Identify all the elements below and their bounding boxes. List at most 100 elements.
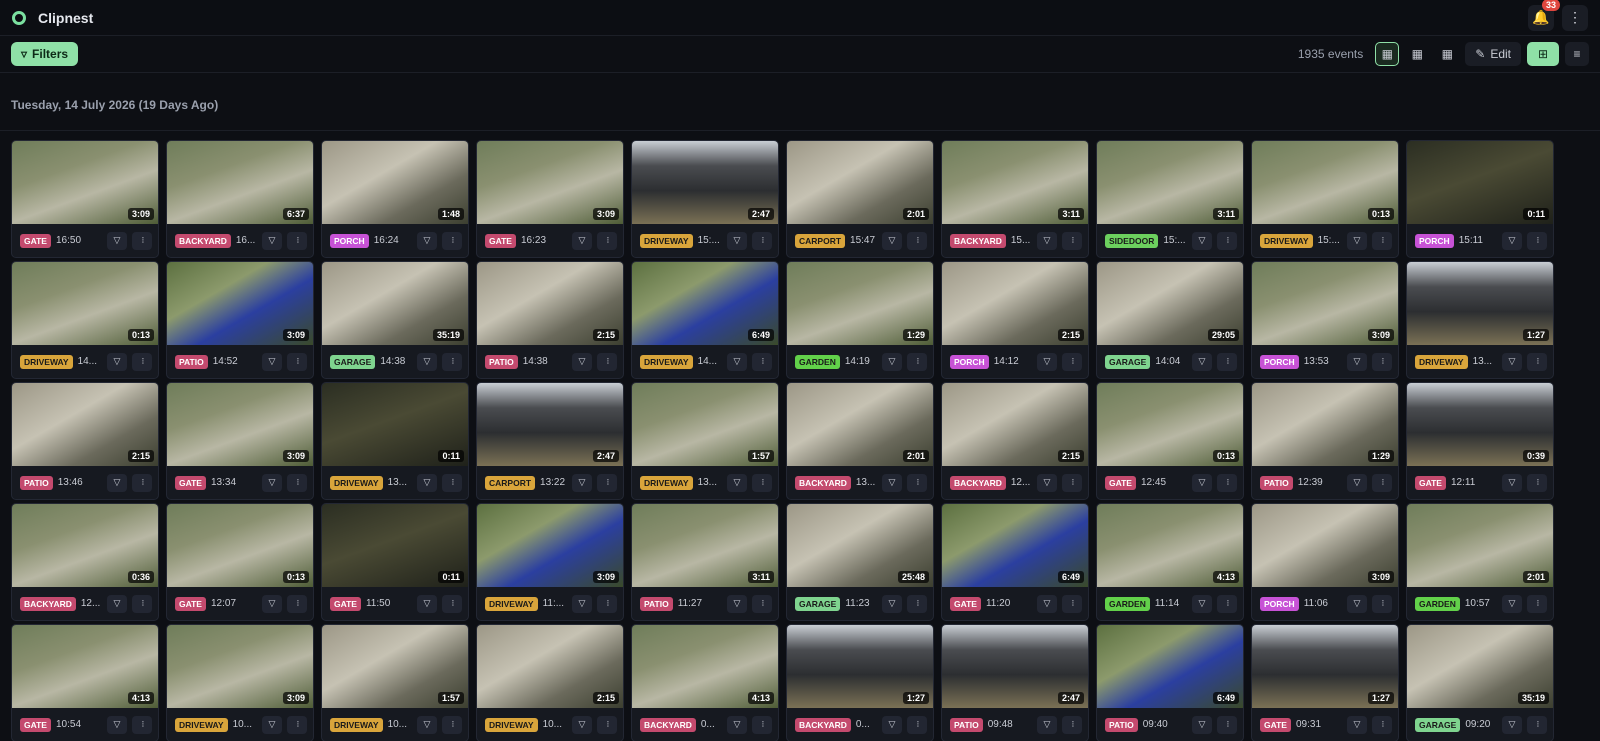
info-icon[interactable]: ⁝ [907,231,927,250]
event-thumbnail[interactable]: 4:13 [12,625,158,708]
event-thumbnail[interactable]: 35:19 [322,262,468,345]
info-icon[interactable]: ⁝ [1062,594,1082,613]
info-icon[interactable]: ⁝ [752,594,772,613]
download-icon[interactable]: ▽ [572,715,592,734]
event-card[interactable]: 0:13 DRIVEWAY 14... ▽ ⁝ [11,261,159,379]
download-icon[interactable]: ▽ [1192,231,1212,250]
download-icon[interactable]: ▽ [1502,473,1522,492]
camera-tag[interactable]: BACKYARD [20,596,76,611]
download-icon[interactable]: ▽ [727,231,747,250]
notifications-button[interactable]: 🔔 33 [1528,0,1560,31]
event-card[interactable]: 6:49 GATE 11:20 ▽ ⁝ [941,503,1089,621]
download-icon[interactable]: ▽ [727,715,747,734]
event-thumbnail[interactable]: 1:57 [322,625,468,708]
grid-medium-button[interactable]: ▦ [1405,42,1429,66]
event-card[interactable]: 2:47 CARPORT 13:22 ▽ ⁝ [476,382,624,500]
event-thumbnail[interactable]: 2:47 [632,141,778,224]
event-thumbnail[interactable]: 3:09 [1252,262,1398,345]
camera-tag[interactable]: GATE [20,233,51,248]
info-icon[interactable]: ⁝ [1527,352,1547,371]
event-thumbnail[interactable]: 1:29 [787,262,933,345]
event-thumbnail[interactable]: 3:09 [12,141,158,224]
camera-tag[interactable]: GATE [175,475,206,490]
info-icon[interactable]: ⁝ [132,231,152,250]
event-card[interactable]: 1:57 DRIVEWAY 10... ▽ ⁝ [321,624,469,741]
event-thumbnail[interactable]: 0:13 [12,262,158,345]
event-card[interactable]: 2:15 PATIO 14:38 ▽ ⁝ [476,261,624,379]
event-thumbnail[interactable]: 3:09 [167,383,313,466]
camera-tag[interactable]: GARAGE [330,354,376,369]
event-thumbnail[interactable]: 6:37 [167,141,313,224]
event-thumbnail[interactable]: 0:13 [1252,141,1398,224]
download-icon[interactable]: ▽ [417,231,437,250]
download-icon[interactable]: ▽ [1037,473,1057,492]
camera-tag[interactable]: GATE [20,717,51,732]
download-icon[interactable]: ▽ [107,594,127,613]
event-card[interactable]: 1:29 GARDEN 14:19 ▽ ⁝ [786,261,934,379]
download-icon[interactable]: ▽ [572,352,592,371]
download-icon[interactable]: ▽ [107,352,127,371]
filters-button[interactable]: ▿ Filters [11,42,79,66]
info-icon[interactable]: ⁝ [1062,473,1082,492]
event-card[interactable]: 2:15 BACKYARD 12... ▽ ⁝ [941,382,1089,500]
event-thumbnail[interactable]: 1:48 [322,141,468,224]
download-icon[interactable]: ▽ [107,715,127,734]
info-icon[interactable]: ⁝ [287,473,307,492]
event-card[interactable]: 6:37 BACKYARD 16... ▽ ⁝ [166,140,314,258]
event-card[interactable]: 3:09 PORCH 13:53 ▽ ⁝ [1251,261,1399,379]
download-icon[interactable]: ▽ [1502,594,1522,613]
event-card[interactable]: 0:36 BACKYARD 12... ▽ ⁝ [11,503,159,621]
event-card[interactable]: 4:13 BACKYARD 0... ▽ ⁝ [631,624,779,741]
download-icon[interactable]: ▽ [417,352,437,371]
event-thumbnail[interactable]: 1:29 [1252,383,1398,466]
camera-tag[interactable]: PORCH [330,233,369,248]
event-card[interactable]: 25:48 GARAGE 11:23 ▽ ⁝ [786,503,934,621]
info-icon[interactable]: ⁝ [1372,715,1392,734]
event-thumbnail[interactable]: 1:57 [632,383,778,466]
event-card[interactable]: 2:01 CARPORT 15:47 ▽ ⁝ [786,140,934,258]
event-card[interactable]: 2:15 PORCH 14:12 ▽ ⁝ [941,261,1089,379]
download-icon[interactable]: ▽ [1347,231,1367,250]
event-thumbnail[interactable]: 2:01 [787,141,933,224]
download-icon[interactable]: ▽ [1192,473,1212,492]
info-icon[interactable]: ⁝ [1217,231,1237,250]
camera-tag[interactable]: GARDEN [1415,596,1460,611]
download-icon[interactable]: ▽ [727,594,747,613]
event-thumbnail[interactable]: 3:09 [167,625,313,708]
event-card[interactable]: 3:09 PORCH 11:06 ▽ ⁝ [1251,503,1399,621]
download-icon[interactable]: ▽ [107,473,127,492]
info-icon[interactable]: ⁝ [1062,231,1082,250]
download-icon[interactable]: ▽ [417,715,437,734]
download-icon[interactable]: ▽ [262,594,282,613]
camera-tag[interactable]: GARDEN [795,354,840,369]
info-icon[interactable]: ⁝ [1062,715,1082,734]
info-icon[interactable]: ⁝ [597,715,617,734]
download-icon[interactable]: ▽ [572,594,592,613]
camera-tag[interactable]: BACKYARD [950,233,1006,248]
download-icon[interactable]: ▽ [107,231,127,250]
event-thumbnail[interactable]: 2:15 [12,383,158,466]
info-icon[interactable]: ⁝ [1527,594,1547,613]
camera-tag[interactable]: PATIO [950,717,983,732]
info-icon[interactable]: ⁝ [1527,231,1547,250]
info-icon[interactable]: ⁝ [907,594,927,613]
download-icon[interactable]: ▽ [727,352,747,371]
download-icon[interactable]: ▽ [1502,231,1522,250]
info-icon[interactable]: ⁝ [752,352,772,371]
camera-tag[interactable]: BACKYARD [795,475,851,490]
event-thumbnail[interactable]: 2:47 [942,625,1088,708]
download-icon[interactable]: ▽ [882,231,902,250]
camera-tag[interactable]: DRIVEWAY [1415,354,1468,369]
grid-large-button[interactable]: ▦ [1435,42,1459,66]
info-icon[interactable]: ⁝ [1527,715,1547,734]
camera-tag[interactable]: BACKYARD [175,233,231,248]
event-card[interactable]: 3:11 BACKYARD 15... ▽ ⁝ [941,140,1089,258]
event-card[interactable]: 2:15 DRIVEWAY 10... ▽ ⁝ [476,624,624,741]
info-icon[interactable]: ⁝ [1372,473,1392,492]
event-card[interactable]: 1:27 BACKYARD 0... ▽ ⁝ [786,624,934,741]
info-icon[interactable]: ⁝ [1372,594,1392,613]
info-icon[interactable]: ⁝ [907,473,927,492]
camera-tag[interactable]: DRIVEWAY [330,475,383,490]
info-icon[interactable]: ⁝ [1372,352,1392,371]
event-thumbnail[interactable]: 3:11 [1097,141,1243,224]
